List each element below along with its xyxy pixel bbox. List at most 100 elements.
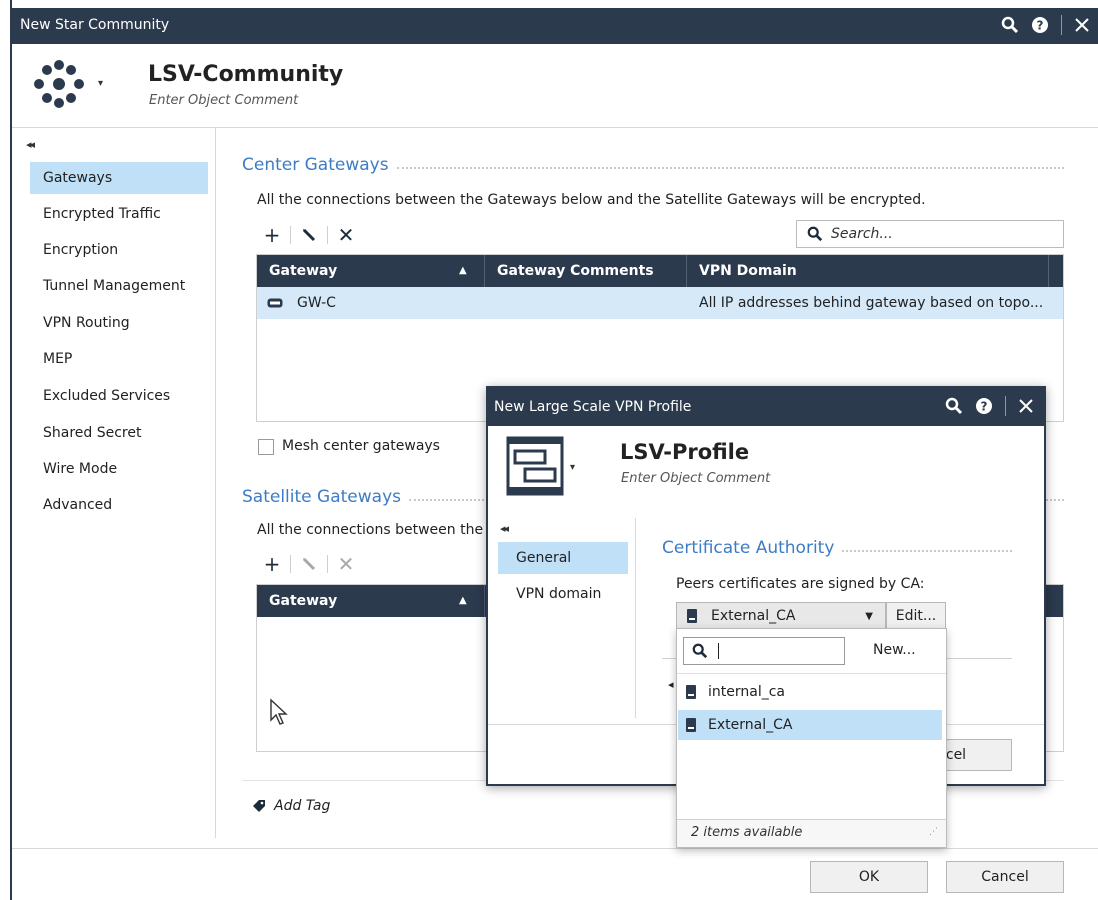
- mesh-center-gateways-checkbox[interactable]: [258, 439, 274, 455]
- footer: OK Cancel: [12, 848, 1098, 900]
- cell-gateway: GW-C: [297, 295, 336, 311]
- dialog-title-bar-icons: ?: [945, 396, 1034, 416]
- remove-icon[interactable]: ✕: [332, 223, 360, 247]
- sidebar-item-excluded-services[interactable]: Excluded Services: [30, 380, 208, 412]
- center-gateways-search-input[interactable]: Search...: [796, 220, 1064, 248]
- search-icon: [692, 643, 708, 659]
- sidebar-item-wire-mode[interactable]: Wire Mode: [30, 453, 208, 485]
- help-icon[interactable]: ?: [1031, 16, 1049, 34]
- ca-select-value: External_CA: [711, 608, 796, 624]
- sidebar-item-encrypted-traffic[interactable]: Encrypted Traffic: [30, 198, 208, 230]
- server-icon: [686, 685, 696, 699]
- dialog-title-bar: New Large Scale VPN Profile ?: [488, 388, 1044, 426]
- chevron-down-icon[interactable]: ▾: [570, 462, 575, 473]
- svg-text:?: ?: [981, 400, 988, 414]
- vpn-profile-icon[interactable]: [506, 436, 564, 496]
- cancel-button[interactable]: Cancel: [946, 861, 1064, 893]
- toolbar-separator: [290, 226, 291, 244]
- resize-grip-icon[interactable]: ⋰: [929, 819, 938, 845]
- dialog-sidebar: ◂◂ General VPN domain: [488, 518, 636, 718]
- window-title: New Star Community: [20, 17, 170, 33]
- center-gateways-section: Center Gateways: [242, 155, 1064, 175]
- object-comment[interactable]: Enter Object Comment: [149, 93, 298, 108]
- add-icon[interactable]: +: [258, 223, 286, 247]
- add-tag-label: Add Tag: [274, 798, 331, 814]
- sidebar-item-tunnel-management[interactable]: Tunnel Management: [30, 270, 208, 302]
- chevron-down-icon: ▼: [865, 610, 873, 622]
- column-header-vpn-domain[interactable]: VPN Domain: [687, 255, 1049, 287]
- object-name[interactable]: LSV-Community: [148, 62, 343, 87]
- edit-button[interactable]: Edit...: [886, 602, 946, 630]
- close-icon[interactable]: [1074, 17, 1090, 33]
- dialog-nav-vpn-domain[interactable]: VPN domain: [498, 578, 628, 610]
- ca-dropdown: New... internal_ca External_CA 2 items a…: [676, 628, 947, 848]
- sort-ascending-icon[interactable]: ▲: [459, 255, 467, 287]
- satellite-gateways-title: Satellite Gateways: [242, 487, 401, 507]
- add-tag-link[interactable]: Add Tag: [252, 798, 330, 814]
- edit-icon[interactable]: [295, 552, 323, 576]
- sidebar-item-advanced[interactable]: Advanced: [30, 489, 208, 521]
- column-header-gateway[interactable]: Gateway: [257, 255, 485, 287]
- certificate-authority-section: Certificate Authority: [662, 538, 1012, 558]
- title-bar-separator: [1061, 15, 1062, 35]
- sidebar-item-encryption[interactable]: Encryption: [30, 234, 208, 266]
- toolbar-separator: [290, 555, 291, 573]
- divider: [677, 673, 946, 674]
- edit-icon[interactable]: [295, 223, 323, 247]
- sidebar-item-shared-secret[interactable]: Shared Secret: [30, 417, 208, 449]
- search-icon[interactable]: [1001, 16, 1019, 34]
- column-header-gateway[interactable]: Gateway: [257, 585, 485, 617]
- new-ca-button[interactable]: New...: [873, 642, 916, 658]
- collapse-sidebar-icon[interactable]: ◂◂: [500, 522, 509, 535]
- gateway-icon: [267, 287, 283, 319]
- sidebar-item-mep[interactable]: MEP: [30, 343, 208, 375]
- server-icon: [686, 718, 696, 732]
- option-label: External_CA: [708, 717, 793, 733]
- option-label: internal_ca: [708, 684, 785, 700]
- table-header: Gateway ▲ Gateway Comments VPN Domain: [257, 255, 1063, 287]
- close-icon[interactable]: [1018, 398, 1034, 414]
- dropdown-option-external-ca[interactable]: External_CA: [678, 710, 942, 740]
- sidebar-item-gateways[interactable]: Gateways: [30, 162, 208, 194]
- title-bar: New Star Community ?: [12, 0, 1098, 44]
- certificate-authority-title: Certificate Authority: [662, 538, 835, 558]
- section-divider: [396, 167, 1064, 169]
- ca-label: Peers certificates are signed by CA:: [676, 576, 925, 592]
- help-icon[interactable]: ?: [975, 397, 993, 415]
- toolbar-separator: [327, 555, 328, 573]
- dialog-object-comment[interactable]: Enter Object Comment: [621, 471, 770, 486]
- star-community-icon[interactable]: [30, 56, 88, 112]
- center-gateways-toolbar: + ✕: [258, 223, 360, 247]
- title-bar-icons: ?: [1001, 15, 1090, 35]
- column-header-gateway-comments[interactable]: Gateway Comments: [485, 255, 687, 287]
- ok-button[interactable]: OK: [810, 861, 928, 893]
- dropdown-option-internal-ca[interactable]: internal_ca: [678, 677, 942, 707]
- object-header: ▾ LSV-Community Enter Object Comment: [12, 44, 1098, 128]
- dialog-nav-general[interactable]: General: [498, 542, 628, 574]
- remove-icon[interactable]: ✕: [332, 552, 360, 576]
- dropdown-search-input[interactable]: [683, 637, 845, 665]
- search-icon[interactable]: [945, 397, 963, 415]
- sidebar-item-vpn-routing[interactable]: VPN Routing: [30, 307, 208, 339]
- dialog-object-name[interactable]: LSV-Profile: [620, 440, 749, 464]
- section-divider: [842, 550, 1012, 552]
- search-icon: [807, 226, 823, 242]
- text-cursor: [718, 643, 719, 659]
- collapse-sidebar-icon[interactable]: ◂◂: [26, 138, 35, 151]
- satellite-gateways-toolbar: + ✕: [258, 552, 360, 576]
- sort-ascending-icon[interactable]: ▲: [459, 585, 467, 617]
- mouse-cursor-icon: [270, 698, 288, 725]
- search-placeholder: Search...: [831, 226, 893, 242]
- cell-vpn-domain: All IP addresses behind gateway based on…: [699, 295, 1044, 311]
- ca-select[interactable]: External_CA ▼: [676, 602, 886, 630]
- expand-icon[interactable]: ◂: [668, 678, 674, 691]
- dialog-title: New Large Scale VPN Profile: [494, 399, 692, 415]
- mesh-center-gateways-label: Mesh center gateways: [282, 438, 440, 454]
- table-row[interactable]: GW-C All IP addresses behind gateway bas…: [257, 287, 1063, 319]
- toolbar-separator: [327, 226, 328, 244]
- dropdown-footer: 2 items available ⋰: [677, 819, 946, 847]
- add-icon[interactable]: +: [258, 552, 286, 576]
- center-gateways-title: Center Gateways: [242, 155, 389, 175]
- chevron-down-icon[interactable]: ▾: [98, 78, 103, 89]
- satellite-gateways-description: All the connections between the: [257, 522, 484, 538]
